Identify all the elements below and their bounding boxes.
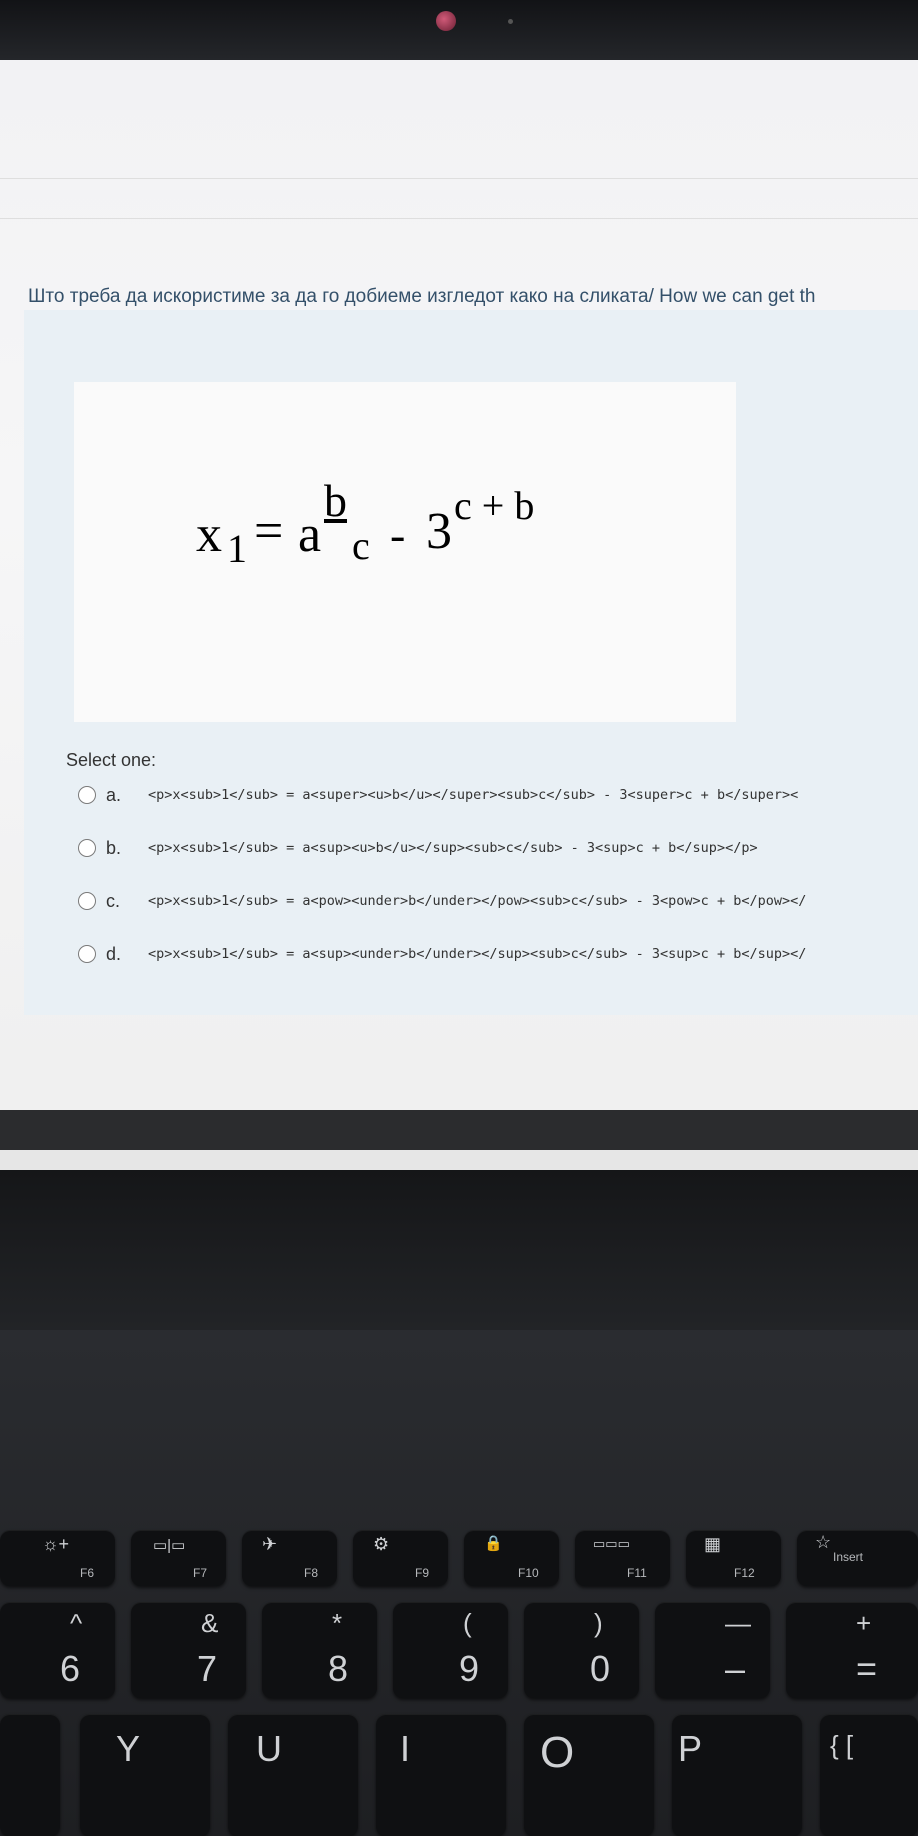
formula-x: x — [196, 506, 222, 563]
formula-x-subscript: 1 — [227, 526, 247, 571]
radio-button[interactable] — [78, 839, 96, 857]
display-switch-icon: ▭|▭ — [153, 1537, 186, 1554]
key-shift-symbol: — — [725, 1608, 751, 1638]
keyboard-deck: ☼+ F6 ▭|▭ F7 ✈ F8 ⚙ F9 🔒 F10 ▭▭▭ F11 ▦ F… — [0, 1330, 918, 1836]
key-label: F6 — [80, 1566, 95, 1580]
key-label: F9 — [415, 1566, 430, 1580]
formula-b-superscript: b — [324, 475, 347, 526]
screen-bottom-strip — [0, 1150, 918, 1170]
option-code: <p>x<sub>1</sub> = a<pow><under>b</under… — [148, 893, 807, 909]
key-f7[interactable]: ▭|▭ F7 — [131, 1530, 226, 1586]
screen: Што треба да искористиме за да го добием… — [0, 60, 918, 1170]
webcam-light — [436, 11, 456, 31]
formula-three: 3 — [426, 503, 452, 560]
key-p[interactable]: P — [672, 1714, 802, 1836]
key-7[interactable]: & 7 — [131, 1602, 246, 1698]
key-f9[interactable]: ⚙ F9 — [353, 1530, 448, 1586]
formula-c-subscript: c — [352, 523, 370, 568]
option-code: <p>x<sub>1</sub> = a<sup><u>b</u></sup><… — [148, 840, 758, 856]
key-f11[interactable]: ▭▭▭ F11 — [575, 1530, 670, 1586]
settings-icon: ⚙ — [373, 1534, 390, 1554]
key-t[interactable] — [0, 1714, 60, 1836]
key-symbol: U — [256, 1728, 282, 1769]
question-text: Што треба да искористиме за да го добием… — [28, 286, 816, 307]
calculator-icon: ▦ — [704, 1534, 722, 1554]
key-f12[interactable]: ▦ F12 — [686, 1530, 781, 1586]
airplane-mode-icon: ✈ — [262, 1534, 278, 1554]
key-f10[interactable]: 🔒 F10 — [464, 1530, 559, 1586]
brightness-up-icon: ☼+ — [42, 1534, 70, 1554]
option-letter: c. — [106, 891, 121, 911]
key-label: F11 — [627, 1566, 647, 1580]
formula-equals: = — [254, 503, 284, 560]
key-f6[interactable]: ☼+ F6 — [0, 1530, 115, 1586]
key-y[interactable]: Y — [80, 1714, 210, 1836]
key-symbol: P — [678, 1728, 703, 1769]
key-shift-symbol: + — [856, 1608, 872, 1638]
key-symbol: = — [856, 1648, 878, 1689]
key-6[interactable]: ^ 6 — [0, 1602, 115, 1698]
key-label: F10 — [518, 1566, 539, 1580]
lock-icon: 🔒 — [484, 1535, 503, 1552]
top-bezel — [0, 0, 918, 60]
select-one-label: Select one: — [66, 750, 157, 770]
formula-exponent: c + b — [454, 483, 535, 528]
key-symbol: 8 — [328, 1648, 349, 1689]
key-9[interactable]: ( 9 — [393, 1602, 508, 1698]
key-minus[interactable]: — – — [655, 1602, 770, 1698]
radio-button[interactable] — [78, 892, 96, 910]
key-symbol: 6 — [60, 1648, 81, 1689]
key-0[interactable]: ) 0 — [524, 1602, 639, 1698]
key-symbol: 7 — [197, 1648, 218, 1689]
keyboard-icon: ▭▭▭ — [593, 1536, 630, 1551]
key-label: F12 — [734, 1566, 755, 1580]
key-symbol: Y — [116, 1728, 141, 1769]
webcam-sensor — [508, 19, 513, 24]
option-code: <p>x<sub>1</sub> = a<sup><under>b</under… — [148, 946, 807, 962]
key-label: F7 — [193, 1566, 208, 1580]
key-symbol: { [ — [830, 1730, 854, 1760]
key-insert[interactable]: ☆ Insert — [797, 1530, 918, 1586]
key-shift-symbol: ( — [463, 1608, 472, 1638]
key-o[interactable]: O — [524, 1714, 654, 1836]
option-letter: a. — [106, 785, 122, 805]
key-label: Insert — [833, 1550, 864, 1564]
formula-a: a — [298, 506, 322, 563]
option-letter: b. — [106, 838, 122, 858]
key-symbol: – — [725, 1648, 746, 1689]
formula-minus: - — [390, 509, 406, 560]
radio-button[interactable] — [78, 945, 96, 963]
option-code: <p>x<sub>1</sub> = a<super><u>b</u></sup… — [148, 787, 799, 803]
key-shift-symbol: ) — [594, 1608, 603, 1638]
key-shift-symbol: * — [332, 1608, 343, 1638]
key-8[interactable]: * 8 — [262, 1602, 377, 1698]
key-u[interactable]: U — [228, 1714, 358, 1836]
key-symbol: 0 — [590, 1648, 611, 1689]
key-i[interactable]: I — [376, 1714, 506, 1836]
key-equals[interactable]: + = — [786, 1602, 918, 1698]
radio-button[interactable] — [78, 786, 96, 804]
star-icon: ☆ — [815, 1532, 832, 1552]
key-symbol: I — [400, 1728, 411, 1769]
divider — [0, 178, 918, 179]
key-shift-symbol: ^ — [70, 1608, 83, 1638]
key-symbol: 9 — [459, 1648, 480, 1689]
question-image: x 1 = a b c - 3 c + b — [74, 382, 736, 722]
divider — [0, 218, 918, 219]
key-bracket[interactable]: { [ — [820, 1714, 918, 1836]
key-f8[interactable]: ✈ F8 — [242, 1530, 337, 1586]
key-shift-symbol: & — [201, 1608, 219, 1638]
key-symbol: O — [540, 1728, 575, 1777]
option-letter: d. — [106, 944, 122, 964]
key-label: F8 — [304, 1566, 319, 1580]
bottom-bezel — [0, 1170, 918, 1330]
